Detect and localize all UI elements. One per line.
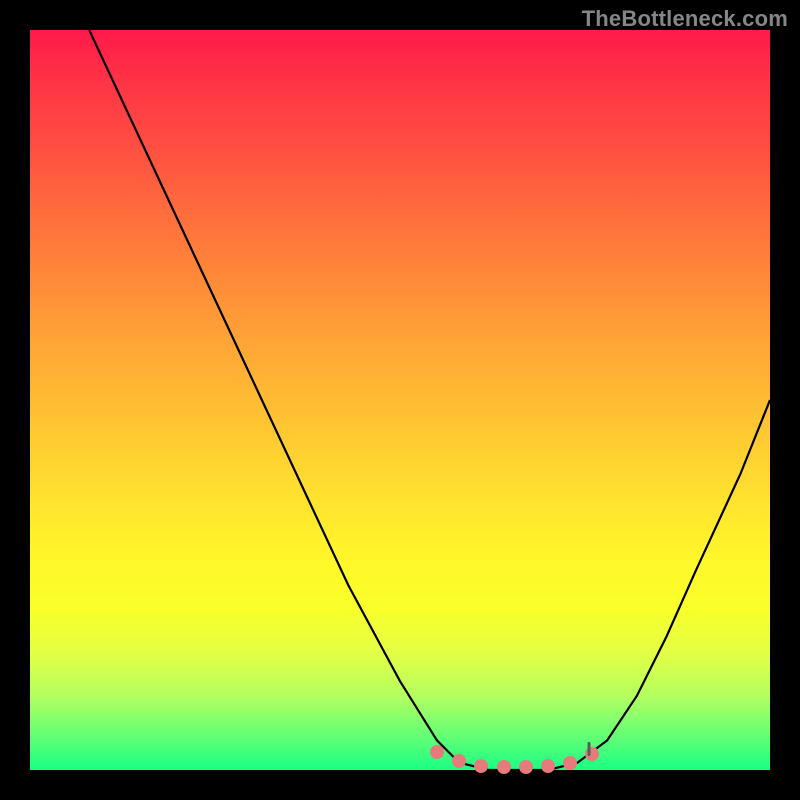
plot-area [30,30,770,770]
highlight-dot [563,756,577,770]
highlight-dot [497,760,511,774]
chart-frame: TheBottleneck.com [0,0,800,800]
highlight-dot [519,760,533,774]
highlight-dot [452,754,466,768]
highlight-dot [430,745,444,759]
grey-tick-icon [587,742,590,756]
highlight-dot [474,759,488,773]
watermark-text: TheBottleneck.com [582,6,788,32]
highlight-dots-layer [30,30,770,770]
highlight-dot [541,759,555,773]
